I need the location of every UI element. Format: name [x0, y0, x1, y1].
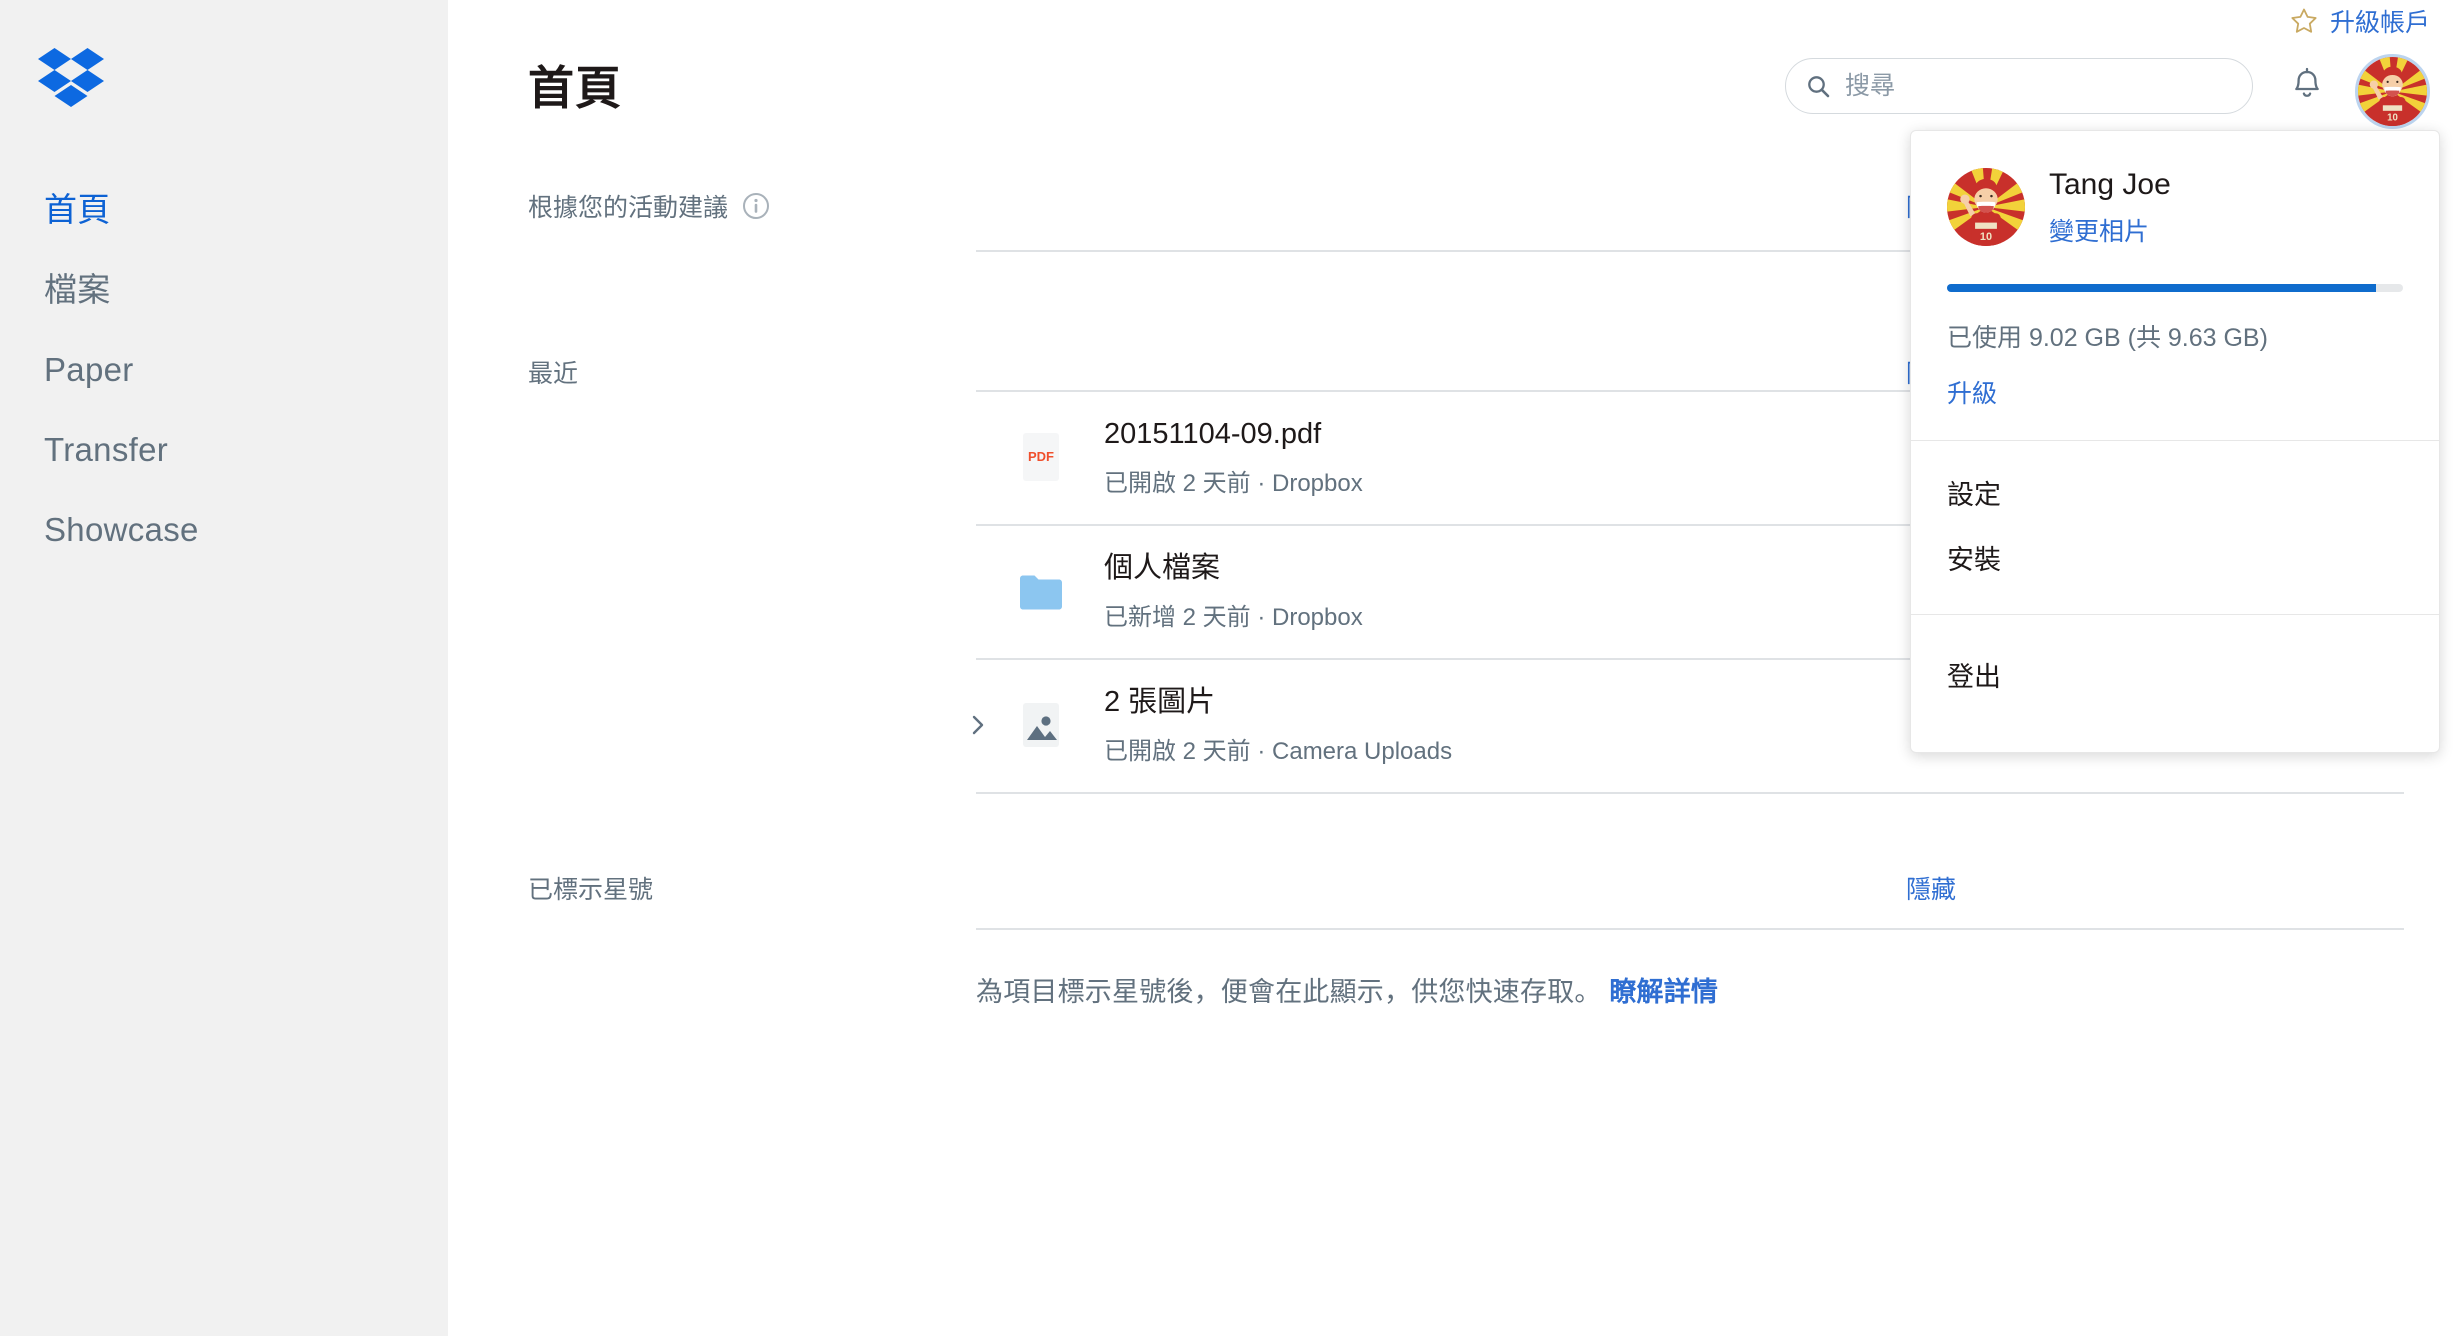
image-file-icon [1014, 698, 1068, 752]
app-root: 首頁 檔案 Paper Transfer Showcase 首頁 根據您的活動建… [0, 0, 2460, 1336]
svg-text:10: 10 [2387, 112, 2398, 123]
account-user-info: Tang Joe 變更相片 [2049, 165, 2171, 248]
sidebar-item-home[interactable]: 首頁 [0, 170, 448, 250]
sidebar-item-label: Showcase [44, 511, 199, 548]
sidebar-item-label: Transfer [44, 431, 169, 468]
upgrade-link[interactable]: 升級 [1947, 374, 1997, 410]
suggested-label-text: 根據您的活動建議 [528, 194, 729, 222]
account-menu-group-main: 設定 安裝 [1911, 441, 2439, 614]
avatar[interactable]: 10 [1947, 167, 2025, 246]
suggested-section-header: 根據您的活動建議 隱藏 [528, 186, 1956, 226]
sidebar-item-files[interactable]: 檔案 [0, 250, 448, 330]
search-input[interactable] [1845, 71, 2232, 101]
starred-empty-state: 為項目標示星號後，便會在此顯示，供您快速存取。 瞭解詳情 [976, 970, 1718, 1009]
storage-usage-text: 已使用 9.02 GB (共 9.63 GB) [1947, 324, 2268, 352]
account-user-name: Tang Joe [2049, 168, 2171, 201]
dropbox-logo[interactable] [38, 48, 104, 108]
sidebar-item-showcase[interactable]: Showcase [0, 490, 448, 570]
account-menu-group-logout: 登出 [1911, 615, 2439, 752]
recent-section-label: 最近 [528, 354, 578, 390]
upgrade-account-cta[interactable]: 升級帳戶 [2290, 4, 2430, 38]
learn-more-link[interactable]: 瞭解詳情 [1609, 977, 1718, 1007]
notifications-bell-icon[interactable] [2285, 64, 2329, 108]
menu-item-logout[interactable]: 登出 [1911, 645, 2439, 710]
sidebar-nav: 首頁 檔案 Paper Transfer Showcase [0, 170, 448, 570]
account-user-row: 10 Tang Joe 變更相片 [1947, 165, 2403, 248]
svg-text:PDF: PDF [1028, 449, 1054, 464]
menu-item-settings[interactable]: 設定 [1911, 463, 2439, 528]
sidebar-item-paper[interactable]: Paper [0, 330, 448, 410]
upgrade-account-label[interactable]: 升級帳戶 [2330, 3, 2430, 39]
sidebar-item-transfer[interactable]: Transfer [0, 410, 448, 490]
menu-item-install[interactable]: 安裝 [1911, 528, 2439, 593]
folder-icon [1014, 564, 1068, 618]
svg-text:10: 10 [1980, 230, 1992, 242]
storage-progress-fill [1947, 284, 2376, 292]
sidebar-item-label: Paper [44, 351, 134, 388]
info-icon[interactable] [742, 192, 770, 220]
search-bar[interactable] [1785, 58, 2253, 114]
chevron-right-icon[interactable] [966, 713, 990, 737]
account-menu: 10 Tang Joe 變更相片 已使用 9.02 GB (共 9.63 GB)… [1910, 130, 2440, 753]
suggested-section-label: 根據您的活動建議 [528, 188, 770, 224]
starred-label-text: 已標示星號 [528, 876, 654, 904]
sidebar: 首頁 檔案 Paper Transfer Showcase [0, 0, 448, 1336]
sidebar-item-label: 檔案 [44, 271, 111, 308]
starred-empty-text: 為項目標示星號後，便會在此顯示，供您快速存取。 [976, 977, 1602, 1007]
page-title: 首頁 [528, 62, 622, 114]
avatar[interactable]: 10 [2355, 54, 2430, 129]
search-icon [1806, 74, 1831, 99]
starred-section-label: 已標示星號 [528, 870, 653, 906]
recent-label-text: 最近 [528, 360, 579, 388]
pdf-file-icon: PDF [1014, 430, 1068, 484]
row-divider [976, 792, 2404, 794]
account-menu-profile: 10 Tang Joe 變更相片 已使用 9.02 GB (共 9.63 GB)… [1911, 131, 2439, 440]
change-photo-link[interactable]: 變更相片 [2049, 212, 2171, 248]
storage-progress-bar [1947, 284, 2403, 292]
starred-divider [976, 928, 2404, 930]
sidebar-item-label: 首頁 [44, 191, 111, 228]
starred-hide-link[interactable]: 隱藏 [1906, 870, 1956, 906]
recent-section-header: 最近 隱藏 [528, 352, 1956, 392]
starred-section-header: 已標示星號 隱藏 [528, 868, 1956, 908]
star-icon [2290, 7, 2318, 35]
